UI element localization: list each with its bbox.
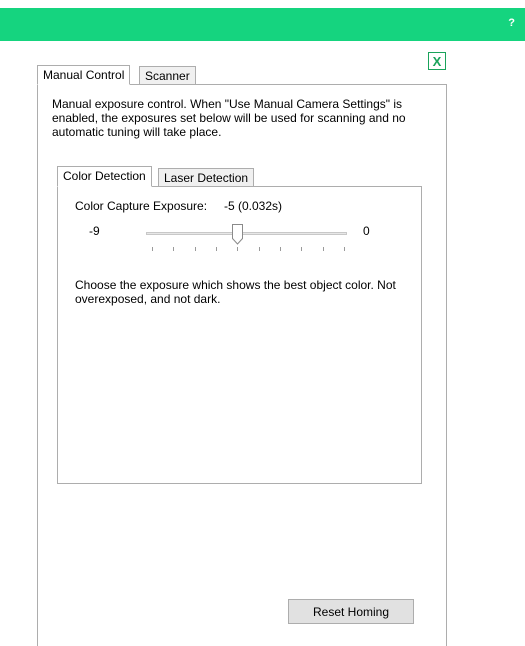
slider-tick: [280, 247, 281, 251]
exposure-help-text: Choose the exposure which shows the best…: [75, 278, 396, 306]
slider-tick: [322, 247, 324, 251]
slider-min-label: -9: [89, 224, 100, 238]
exposure-slider-thumb[interactable]: [232, 224, 244, 245]
reset-homing-button[interactable]: Reset Homing: [288, 599, 414, 624]
slider-tick: [301, 247, 303, 251]
exposure-value: -5 (0.032s): [224, 199, 283, 213]
tab-manual-control[interactable]: Manual Control: [37, 65, 131, 85]
slider-tick: [344, 247, 345, 251]
slider-tick: [194, 247, 196, 251]
exposure-slider-track[interactable]: [146, 232, 347, 235]
exposure-label: Color Capture Exposure:: [75, 199, 208, 213]
title-bar: ?: [0, 8, 525, 41]
close-button[interactable]: X: [428, 52, 446, 70]
tab-laser-detection[interactable]: Laser Detection: [158, 168, 255, 187]
slider-tick: [237, 247, 239, 251]
slider-max-label: 0: [363, 224, 370, 238]
slider-tick: [173, 247, 175, 251]
slider-tick: [258, 247, 260, 251]
tab-scanner[interactable]: Scanner: [139, 66, 196, 85]
intro-text: Manual exposure control. When "Use Manua…: [52, 97, 406, 139]
slider-tick: [216, 247, 217, 251]
help-button[interactable]: ?: [508, 17, 515, 29]
tab-color-detection[interactable]: Color Detection: [57, 166, 152, 187]
slider-tick: [152, 247, 153, 251]
